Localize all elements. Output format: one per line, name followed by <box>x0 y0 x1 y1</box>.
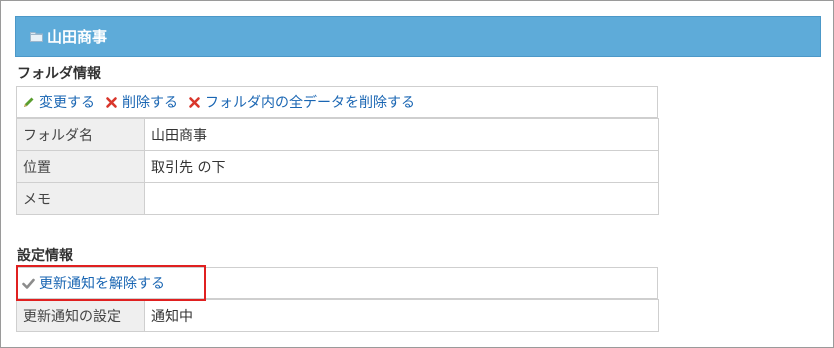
check-icon <box>22 278 35 289</box>
folder-icon <box>30 32 43 42</box>
folder-header: 山田商事 <box>15 16 821 57</box>
window-frame: 山田商事 フォルダ情報 変更する 削除する フォルダ内の全データを削除する フォ… <box>0 0 834 348</box>
folder-name-label: フォルダ名 <box>16 118 145 151</box>
memo-value <box>144 182 659 215</box>
edit-folder-link[interactable]: 変更する <box>22 92 95 112</box>
edit-folder-label: 変更する <box>39 95 95 111</box>
table-row: 位置 取引先 の下 <box>16 150 659 183</box>
folder-info-table: フォルダ名 山田商事 位置 取引先 の下 メモ <box>16 118 659 215</box>
update-notification-setting-label: 更新通知の設定 <box>16 299 145 332</box>
pencil-icon <box>24 97 34 107</box>
settings-info-table: 更新通知の設定 通知中 <box>16 299 659 332</box>
delete-x-icon <box>106 96 117 108</box>
delete-all-data-label: フォルダ内の全データを削除する <box>205 95 415 111</box>
folder-info-title: フォルダ情報 <box>17 66 101 82</box>
delete-x-icon <box>189 96 200 108</box>
table-row: 更新通知の設定 通知中 <box>16 299 659 332</box>
delete-folder-label: 削除する <box>122 95 178 111</box>
update-notification-setting-value: 通知中 <box>144 299 659 332</box>
location-label: 位置 <box>16 150 145 183</box>
cancel-update-notification-label: 更新通知を解除する <box>39 276 165 292</box>
settings-actions-bar: 更新通知を解除する <box>16 267 658 299</box>
table-row: メモ <box>16 182 659 215</box>
table-row: フォルダ名 山田商事 <box>16 118 659 151</box>
cancel-update-notification-link[interactable]: 更新通知を解除する <box>22 273 165 293</box>
delete-all-data-link[interactable]: フォルダ内の全データを削除する <box>188 92 415 112</box>
delete-folder-link[interactable]: 削除する <box>105 92 178 112</box>
folder-title: 山田商事 <box>47 28 108 46</box>
location-value: 取引先 の下 <box>144 150 659 183</box>
folder-actions-bar: 変更する 削除する フォルダ内の全データを削除する <box>16 86 658 118</box>
settings-info-title: 設定情報 <box>17 248 73 264</box>
memo-label: メモ <box>16 182 145 215</box>
folder-name-value: 山田商事 <box>144 118 659 151</box>
